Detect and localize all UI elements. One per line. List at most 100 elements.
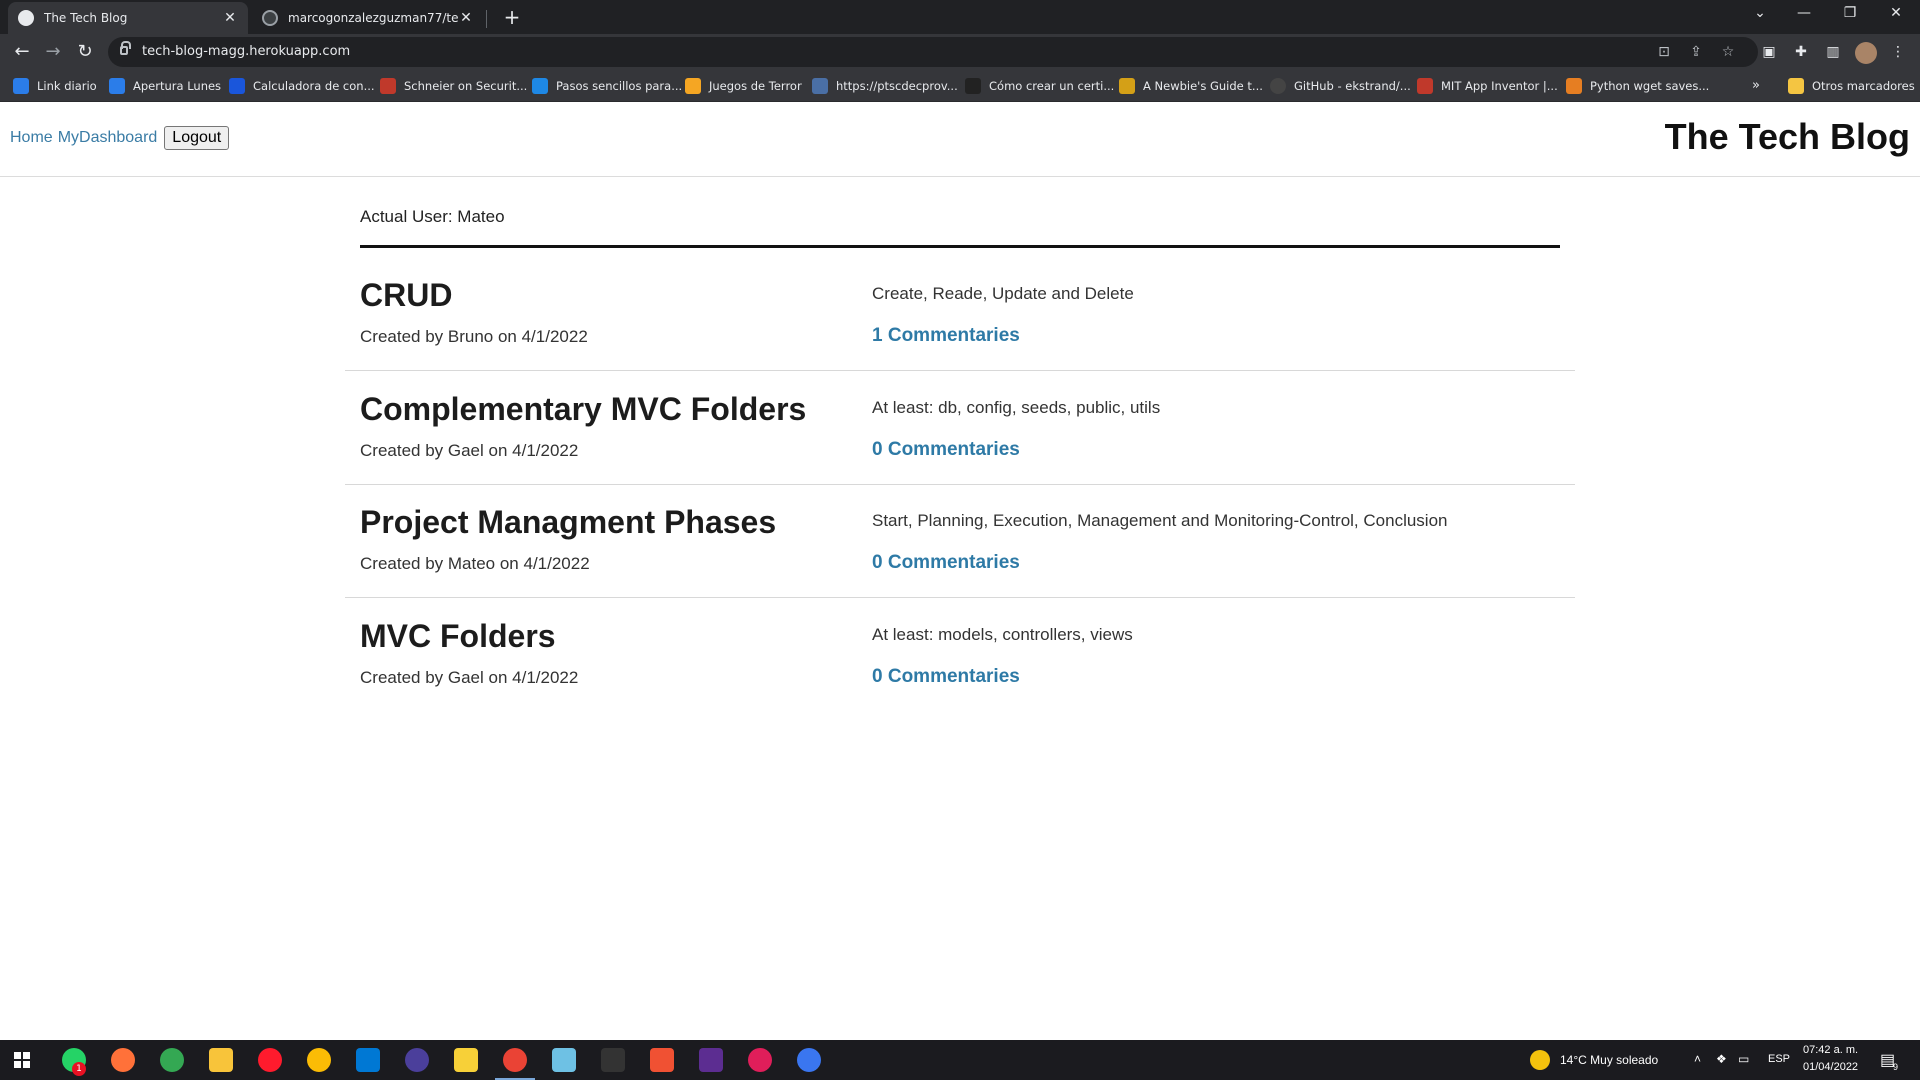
post-title[interactable]: Project Managment Phases — [360, 504, 776, 541]
reload-button[interactable]: ↻ — [73, 40, 97, 64]
chrome-icon[interactable] — [307, 1048, 331, 1072]
close-window-button[interactable]: ✕ — [1876, 5, 1916, 21]
post-meta: Created by Bruno on 4/1/2022 — [360, 327, 588, 346]
clock-time[interactable]: 07:42 a. m. — [1803, 1044, 1858, 1056]
bookmark-favicon-icon — [1119, 78, 1135, 94]
bookmark-item[interactable]: Cómo crear un certi... — [965, 77, 1114, 95]
bookmark-favicon-icon — [685, 78, 701, 94]
signal-icon[interactable] — [797, 1048, 821, 1072]
divider — [360, 245, 1560, 248]
side-panel-icon[interactable]: ▥ — [1823, 42, 1843, 62]
profile-avatar[interactable] — [1855, 42, 1877, 64]
restore-button[interactable]: ❐ — [1830, 5, 1870, 21]
other-bookmarks-folder[interactable]: Otros marcadores — [1788, 77, 1915, 95]
vscode-icon[interactable] — [356, 1048, 380, 1072]
bookmarks-bar: Link diario Apertura Lunes Calculadora d… — [0, 70, 1920, 102]
visual-studio-icon[interactable] — [699, 1048, 723, 1072]
bookmark-item[interactable]: A Newbie's Guide t... — [1119, 77, 1263, 95]
post-meta: Created by Mateo on 4/1/2022 — [360, 554, 590, 573]
globe-icon — [18, 10, 34, 26]
folder-icon — [1788, 78, 1804, 94]
bookmark-item[interactable]: MIT App Inventor |... — [1417, 77, 1558, 95]
logout-button[interactable]: Logout — [164, 126, 230, 150]
windows-start-icon[interactable] — [14, 1052, 30, 1068]
more-bookmarks-chevron-icon[interactable]: » — [1752, 78, 1760, 93]
bookmark-favicon-icon — [532, 78, 548, 94]
web-page: Home MyDashboard Logout The Tech Blog Ac… — [0, 102, 1920, 1040]
browser-tab-strip: The Tech Blog ✕ marcogonzalezguzman77/te… — [0, 0, 1920, 34]
chrome-alt-icon[interactable] — [160, 1048, 184, 1072]
dropbox-icon[interactable]: ❖ — [1716, 1052, 1727, 1066]
sticky-notes-icon[interactable] — [454, 1048, 478, 1072]
lock-icon[interactable] — [120, 41, 131, 55]
minimize-button[interactable]: — — [1784, 5, 1824, 21]
post-meta: Created by Gael on 4/1/2022 — [360, 441, 579, 460]
bookmark-favicon-icon — [1270, 78, 1286, 94]
chevron-up-icon[interactable]: ˄ — [1694, 1052, 1701, 1066]
tab-github[interactable]: marcogonzalezguzman77/techBl ✕ — [252, 2, 484, 34]
language-indicator[interactable]: ESP — [1768, 1053, 1790, 1065]
bookmark-item[interactable]: Schneier on Securit... — [380, 77, 527, 95]
post-card[interactable]: Project Managment Phases Created by Mate… — [345, 484, 1575, 598]
address-bar[interactable]: tech-blog-magg.herokuapp.com ⊡ ⇪ ☆ — [108, 37, 1758, 67]
nav-home-link[interactable]: Home — [10, 129, 53, 147]
bookmark-star-icon[interactable]: ☆ — [1719, 43, 1737, 61]
bookmark-favicon-icon — [1417, 78, 1433, 94]
close-tab-icon[interactable]: ✕ — [222, 10, 238, 26]
post-title[interactable]: CRUD — [360, 277, 452, 314]
file-explorer-icon[interactable] — [209, 1048, 233, 1072]
post-card[interactable]: CRUD Created by Bruno on 4/1/2022 Create… — [345, 257, 1575, 371]
bookmark-item[interactable]: Link diario — [13, 77, 97, 95]
nav-dashboard-link[interactable]: MyDashboard — [58, 129, 158, 147]
weather-sun-icon[interactable] — [1530, 1050, 1550, 1070]
post-card[interactable]: MVC Folders Created by Gael on 4/1/2022 … — [345, 598, 1575, 712]
notification-badge: 1 — [72, 1062, 86, 1076]
bookmark-favicon-icon — [109, 78, 125, 94]
url-text[interactable]: tech-blog-magg.herokuapp.com — [142, 44, 350, 59]
post-comments-link[interactable]: 1 Commentaries — [872, 325, 1020, 347]
bookmark-item[interactable]: Pasos sencillos para... — [532, 77, 682, 95]
battery-icon[interactable]: ▭ — [1738, 1052, 1749, 1066]
post-title[interactable]: MVC Folders — [360, 618, 556, 655]
share-icon[interactable]: ⇪ — [1687, 43, 1705, 61]
opera-icon[interactable] — [258, 1048, 282, 1072]
weather-text[interactable]: 14°C Muy soleado — [1560, 1053, 1658, 1067]
tab-the-tech-blog[interactable]: The Tech Blog ✕ — [8, 2, 248, 34]
git-icon[interactable] — [650, 1048, 674, 1072]
forward-button[interactable]: → — [41, 40, 65, 64]
bookmark-favicon-icon — [229, 78, 245, 94]
post-title[interactable]: Complementary MVC Folders — [360, 391, 806, 428]
post-description: At least: db, config, seeds, public, uti… — [872, 398, 1161, 417]
new-tab-button[interactable]: + — [500, 5, 524, 29]
bookmark-item[interactable]: GitHub - ekstrand/... — [1270, 77, 1411, 95]
terminal-icon[interactable] — [601, 1048, 625, 1072]
notepad-icon[interactable] — [552, 1048, 576, 1072]
post-comments-link[interactable]: 0 Commentaries — [872, 666, 1020, 688]
slack-icon[interactable] — [748, 1048, 772, 1072]
tab-search-icon[interactable]: ⌄ — [1740, 5, 1780, 21]
bookmark-item[interactable]: Juegos de Terror — [685, 77, 802, 95]
kebab-menu-icon[interactable]: ⋮ — [1888, 42, 1908, 62]
chrome-active-icon[interactable] — [495, 1048, 535, 1080]
bookmark-favicon-icon — [965, 78, 981, 94]
post-comments-link[interactable]: 0 Commentaries — [872, 439, 1020, 461]
firefox-icon[interactable] — [111, 1048, 135, 1072]
browser-toolbar: ← → ↻ tech-blog-magg.herokuapp.com ⊡ ⇪ ☆… — [0, 34, 1920, 70]
post-card[interactable]: Complementary MVC Folders Created by Gae… — [345, 371, 1575, 485]
bookmark-item[interactable]: https://ptscdecprov... — [812, 77, 958, 95]
notification-count: 9 — [1893, 1062, 1899, 1072]
post-comments-link[interactable]: 0 Commentaries — [872, 552, 1020, 574]
extensions-puzzle-icon[interactable]: ✚ — [1791, 42, 1811, 62]
bookmark-item[interactable]: Calculadora de con... — [229, 77, 375, 95]
back-button[interactable]: ← — [10, 40, 34, 64]
bookmark-item[interactable]: Apertura Lunes — [109, 77, 221, 95]
post-meta: Created by Gael on 4/1/2022 — [360, 668, 579, 687]
bookmark-favicon-icon — [380, 78, 396, 94]
clock-date[interactable]: 01/04/2022 — [1803, 1061, 1858, 1073]
bookmark-favicon-icon — [812, 78, 828, 94]
translate-icon[interactable]: ⊡ — [1655, 43, 1673, 61]
eclipse-icon[interactable] — [405, 1048, 429, 1072]
extension-icon[interactable]: ▣ — [1759, 42, 1779, 62]
close-tab-icon[interactable]: ✕ — [458, 10, 474, 26]
bookmark-item[interactable]: Python wget saves... — [1566, 77, 1709, 95]
